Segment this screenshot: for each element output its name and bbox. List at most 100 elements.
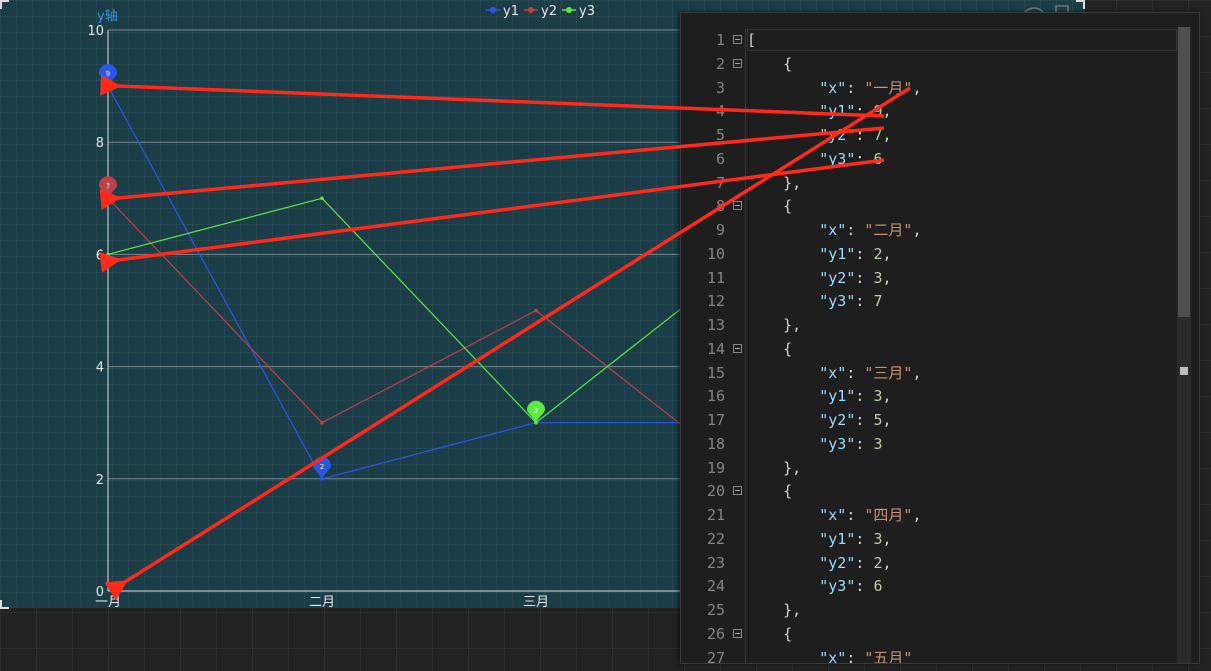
resize-handle-bottom-left[interactable] <box>0 600 9 609</box>
legend-label: y2 <box>541 4 557 19</box>
code-line[interactable]: 18 "y3": 3 <box>681 433 1181 457</box>
line-number: 12 <box>706 292 725 311</box>
legend-label: y3 <box>579 4 595 19</box>
x-tick-label: 二月 <box>309 595 335 608</box>
code-line[interactable]: 20 { <box>681 480 1181 504</box>
code-line[interactable]: 3 "x": "一月", <box>681 77 1181 101</box>
code-line[interactable]: 16 "y1": 3, <box>681 385 1181 409</box>
scrollbar-thumb[interactable] <box>1178 27 1190 317</box>
pin-marker-label: 2 <box>320 463 324 471</box>
data-point-y2 <box>534 308 538 313</box>
line-number: 26 <box>706 624 725 643</box>
fold-toggle-icon[interactable] <box>733 35 742 44</box>
code-text: "y2": 2, <box>819 553 892 572</box>
series-line-y3 <box>107 197 751 424</box>
code-text: { <box>747 54 793 73</box>
code-line[interactable]: 4 "y1": 9, <box>681 100 1181 124</box>
line-number: 17 <box>706 411 725 429</box>
data-point-y3 <box>106 252 110 257</box>
code-line[interactable]: 15 "x": "三月", <box>681 362 1181 386</box>
code-line[interactable]: 17 "y2": 5, <box>681 409 1181 433</box>
line-number: 3 <box>715 78 725 97</box>
x-tick-label: 三月 <box>523 595 549 608</box>
code-line[interactable]: 25 }, <box>681 599 1181 623</box>
code-line[interactable]: 23 "y2": 2, <box>681 552 1181 576</box>
resize-handle-top-left[interactable] <box>0 0 9 9</box>
code-lines: 1[2 {3 "x": "一月", 4 "y1": 9, 5 "y2": 7, 6 "… <box>681 29 1181 664</box>
code-text: "y3": 3 <box>819 434 883 453</box>
editor-scrollbar[interactable] <box>1177 27 1191 663</box>
code-line[interactable]: 26 { <box>681 623 1181 647</box>
code-text: "y2": 3, <box>819 268 892 287</box>
code-line[interactable]: 7 }, <box>681 172 1181 196</box>
code-text: "y3": 6 <box>819 577 883 596</box>
code-text: "y1": 3, <box>819 387 892 406</box>
code-line[interactable]: 24 "y3": 6 <box>681 575 1181 599</box>
code-text: "y2": 7, <box>819 126 892 144</box>
y-axis-title: y轴 <box>97 9 118 24</box>
fold-toggle-icon[interactable] <box>733 343 742 353</box>
line-number: 24 <box>706 577 725 596</box>
y-tick-label: 6 <box>96 248 104 263</box>
y-tick-label: 4 <box>96 361 104 376</box>
code-line[interactable]: 27 "x": "五月" <box>681 647 1181 664</box>
pin-marker-label: 9 <box>106 70 110 78</box>
code-text: "y3": 6 <box>819 149 883 168</box>
code-text: }, <box>747 601 802 619</box>
line-number: 2 <box>715 54 725 73</box>
x-tick-label: 一月 <box>95 595 121 608</box>
code-line[interactable]: 22 "y1": 3, <box>681 528 1181 552</box>
code-text: [ <box>747 31 757 49</box>
fold-toggle-icon[interactable] <box>733 628 742 638</box>
code-line[interactable]: 11 "y2": 3, <box>681 267 1181 291</box>
line-number: 14 <box>706 339 725 358</box>
code-line[interactable]: 6 "y3": 6 <box>681 148 1181 172</box>
fold-toggle-icon[interactable] <box>733 58 742 68</box>
code-text: "x": "五月" <box>819 648 913 664</box>
line-number: 15 <box>706 363 725 382</box>
code-line[interactable]: 9 "x": "二月", <box>681 219 1181 243</box>
json-code-editor[interactable]: 1[2 {3 "x": "一月", 4 "y1": 9, 5 "y2": 7, 6 "… <box>680 12 1200 664</box>
code-text: { <box>747 624 793 643</box>
code-line[interactable]: 1[ <box>681 29 1181 53</box>
code-text: "y1": 2, <box>819 244 892 263</box>
fold-toggle-icon[interactable] <box>733 201 742 211</box>
pin-marker-label: 7 <box>106 182 110 190</box>
legend-swatch-dot <box>490 7 496 13</box>
data-point-y3 <box>320 196 324 201</box>
code-text: "y2": 5, <box>819 411 892 429</box>
code-line[interactable]: 12 "y3": 7 <box>681 290 1181 314</box>
code-line[interactable]: 21 "x": "四月", <box>681 504 1181 528</box>
code-line[interactable]: 2 { <box>681 53 1181 77</box>
line-number: 18 <box>706 434 725 453</box>
code-line[interactable]: 13 }, <box>681 314 1181 338</box>
line-number: 9 <box>715 221 725 239</box>
series-line-y1 <box>107 85 750 480</box>
code-line[interactable]: 14 { <box>681 338 1181 362</box>
pin-marker-label: 3 <box>534 407 538 415</box>
code-text: "x": "四月", <box>819 506 922 524</box>
code-text: { <box>747 197 793 216</box>
series-line-y2 <box>107 197 751 480</box>
line-number: 16 <box>706 387 725 406</box>
legend-swatch-dot <box>528 7 534 13</box>
code-line[interactable]: 8 { <box>681 195 1181 219</box>
code-text: { <box>747 482 793 501</box>
line-number: 4 <box>715 102 725 121</box>
code-line[interactable]: 19 }, <box>681 457 1181 481</box>
code-line[interactable]: 10 "y1": 2, <box>681 243 1181 267</box>
line-number: 23 <box>706 553 725 572</box>
code-text: "y1": 3, <box>819 529 892 548</box>
code-line[interactable]: 5 "y2": 7, <box>681 124 1181 148</box>
fold-toggle-icon[interactable] <box>733 486 742 496</box>
code-text: "x": "三月", <box>819 363 922 382</box>
line-number: 21 <box>706 506 725 524</box>
y-tick-label: 10 <box>87 24 104 39</box>
line-number: 19 <box>706 458 725 477</box>
line-number: 27 <box>706 648 725 664</box>
code-text: "y3": 7 <box>819 292 883 311</box>
scrollbar-marker <box>1180 367 1188 375</box>
code-text: "x": "二月", <box>819 221 922 239</box>
y-tick-label: 2 <box>96 473 104 488</box>
code-text: "x": "一月", <box>819 78 922 97</box>
